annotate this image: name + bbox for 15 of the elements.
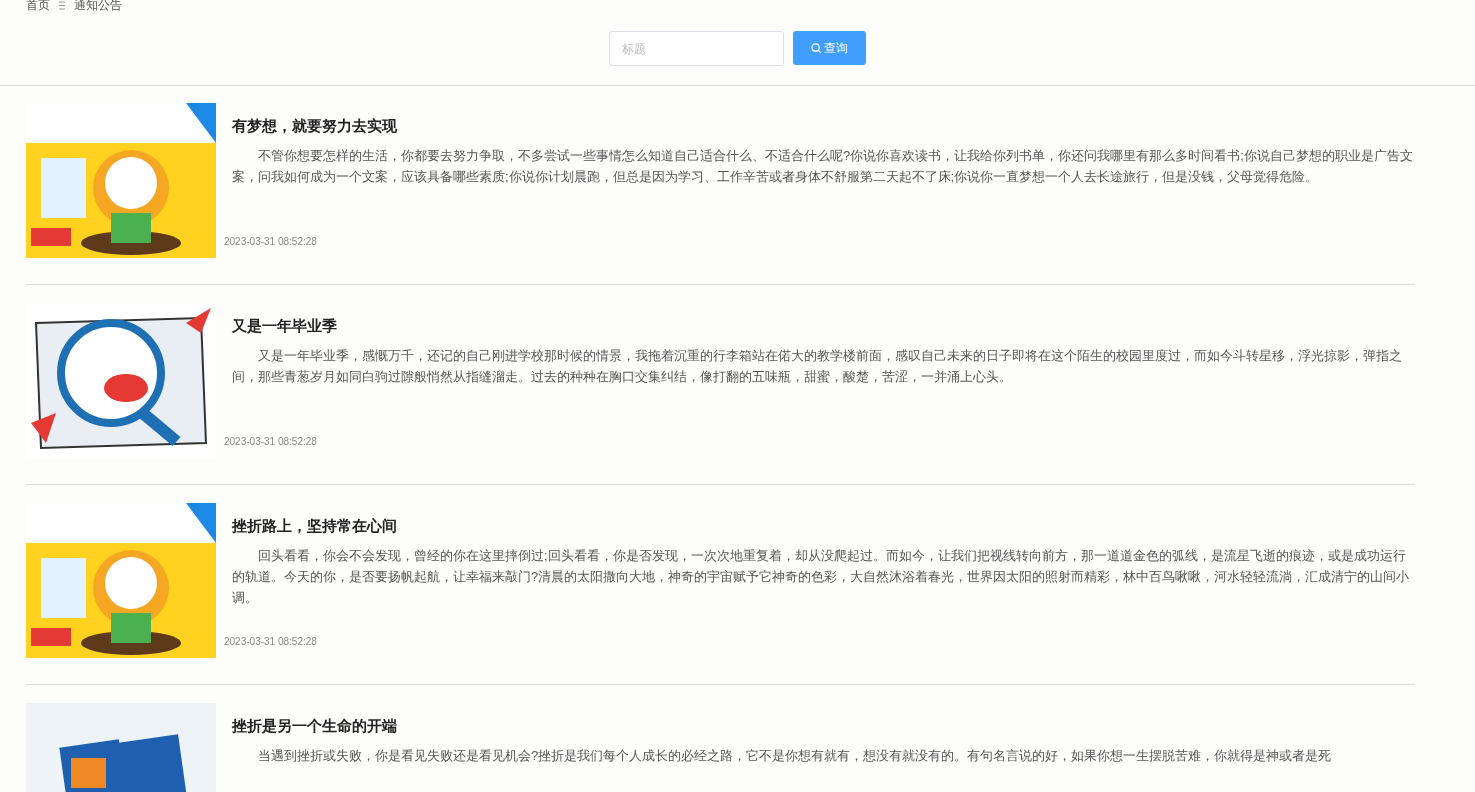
notice-title[interactable]: 有梦想，就要努力去实现	[224, 116, 1415, 136]
search-field[interactable]: 标题	[609, 31, 784, 66]
notice-title[interactable]: 挫折是另一个生命的开端	[224, 716, 1415, 736]
notice-body: 回头看看，你会不会发现，曾经的你在这里摔倒过;回头看看，你是否发现，一次次地重复着，却从没爬起过。而如今，让我们把视线转向前方，那一道道金色的弧线，是流星飞逝的痕迹，或是成功运行的轨道。今天的你，是否要扬帆起航，让幸福来敲门?清晨的太阳撒向大地，神奇的宇宙赋予它神奇的色彩，大自然沐浴着春光，世界因太阳的照射而精彩，林中百鸟啾啾，河水轻轻流淌，汇成清宁的山间小调。	[231, 547, 1411, 607]
breadcrumb-item[interactable]: 首页	[26, 0, 50, 11]
notice-date: 2023-03-31 08:52:28	[224, 635, 318, 649]
notice-date: 2023-03-31 08:52:28	[224, 435, 318, 449]
search-icon	[811, 42, 822, 54]
notice-title[interactable]: 又是一年毕业季	[224, 316, 1415, 336]
notice-body: 当遇到挫折或失败，你是看见失败还是看见机会?挫折是我们每个人成长的必经之路，它不是你想有就有，想没有就没有的。有句名言说的好，如果你想一生摆脱苦难，你就得是神或者是死	[257, 747, 1333, 765]
notice-body: 又是一年毕业季，感慨万千，还记的自己刚进学校那时候的情景，我拖着沉重的行李箱站在偌大的教学楼前面，感叹自己未来的日子即将在这个陌生的校园里度过，而如今斗转星移，浮光掠影，弹指之间，那些青葱岁月如同白驹过隙般悄然从指缝溜走。过去的种种在胸口交集纠结，像打翻的五味瓶，甜蜜，酸楚，苦涩，一并涌上心头。	[231, 347, 1403, 386]
notice-title[interactable]: 挫折路上，坚持常在心间	[224, 516, 1415, 536]
notice-body: 不管你想要怎样的生活，你都要去努力争取，不多尝试一些事情怎么知道自己适合什么、不适合什么呢?你说你喜欢读书，让我给你列书单，你还问我哪里有那么多时间看书;你说自己梦想的职业是广告文案，问我如何成为一个文案，应该具备哪些素质;你说你计划晨跑，但总是因为学习、工作辛苦或者身体不舒服第二天起不了床;你说你一直梦想一个人去长途旅行，但是没钱，父母觉得危险。	[231, 147, 1414, 186]
separator-icon	[58, 0, 66, 10]
notice-date: 2023-03-31 08:52:28	[224, 235, 318, 249]
